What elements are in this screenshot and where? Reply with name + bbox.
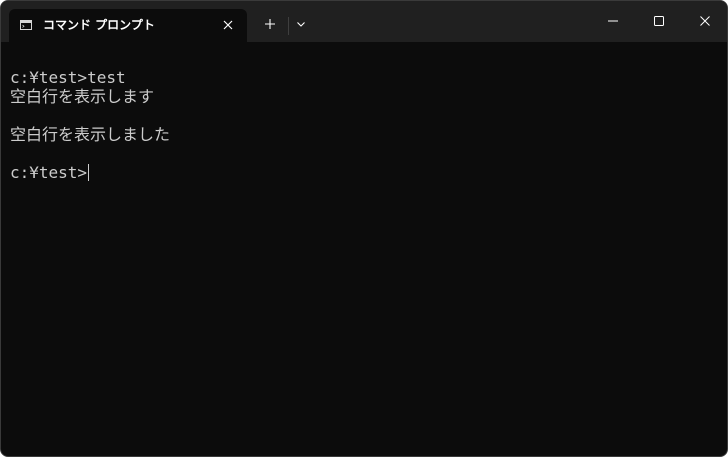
terminal-window: コマンド プロンプト c:¥test>test 空白行を表示します 空白行を表示… bbox=[0, 0, 728, 457]
chevron-down-icon[interactable] bbox=[294, 17, 308, 31]
plus-icon[interactable] bbox=[263, 17, 277, 31]
title-bar[interactable]: コマンド プロンプト bbox=[1, 1, 727, 42]
command-prompt-icon bbox=[20, 20, 32, 30]
terminal-line-output-2: 空白行を表示しました bbox=[10, 125, 171, 144]
terminal-line-command: c:¥test>test bbox=[10, 68, 126, 87]
tab-title: コマンド プロンプト bbox=[43, 18, 155, 32]
minimize-icon[interactable] bbox=[602, 10, 624, 32]
terminal-line-output-1: 空白行を表示します bbox=[10, 87, 155, 106]
terminal-prompt-line[interactable]: c:¥test> bbox=[10, 163, 727, 182]
terminal-output[interactable]: c:¥test>test 空白行を表示します 空白行を表示しました c:¥tes… bbox=[10, 68, 727, 456]
titlebar-divider bbox=[288, 17, 289, 35]
close-tab-icon[interactable] bbox=[221, 18, 235, 32]
terminal-line-blank-2 bbox=[10, 144, 727, 163]
close-icon[interactable] bbox=[694, 10, 716, 32]
text-cursor bbox=[88, 164, 90, 181]
tab-command-prompt[interactable]: コマンド プロンプト bbox=[9, 9, 247, 42]
maximize-icon[interactable] bbox=[648, 10, 670, 32]
prompt-text: c:¥test> bbox=[10, 163, 88, 182]
